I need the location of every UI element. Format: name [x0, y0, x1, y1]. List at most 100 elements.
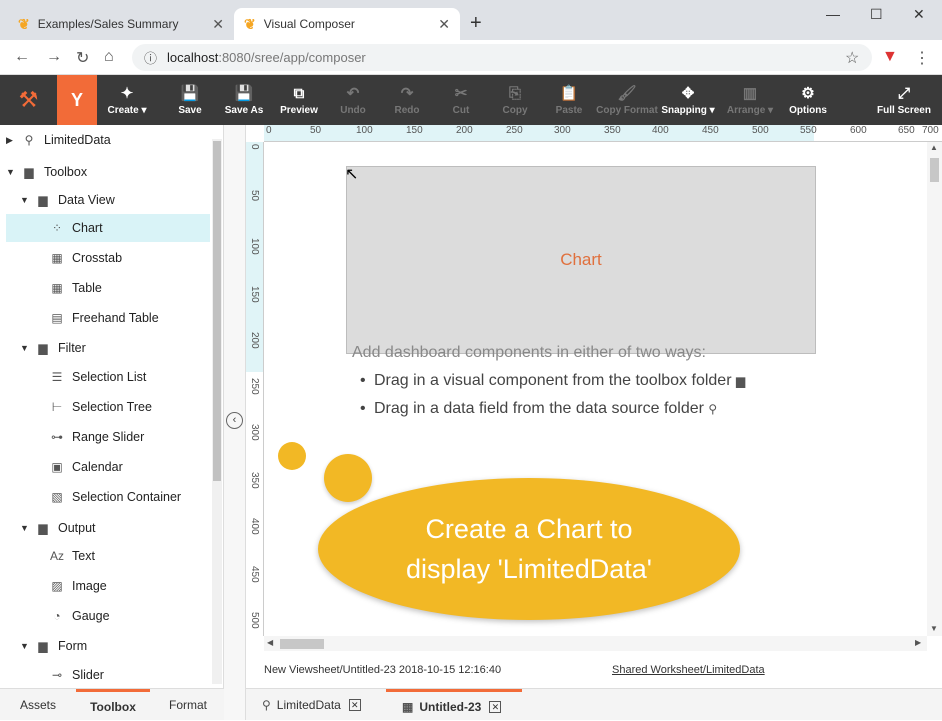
doc-tab-untitled-23[interactable]: ▦ Untitled-23 ✕: [386, 689, 522, 721]
panel-collapse-strip: ‹: [224, 125, 246, 720]
data-source-icon: ⚲: [262, 698, 271, 712]
browser-tab-sales-summary[interactable]: ❦ Examples/Sales Summary ✕: [8, 8, 234, 40]
minimize-icon[interactable]: —: [826, 6, 840, 22]
scroll-up-icon[interactable]: ▲: [930, 143, 938, 152]
app-favicon-icon: ❦: [244, 15, 256, 32]
tutorial-callout: Create a Chart to display 'LimitedData': [318, 478, 740, 620]
redo-button[interactable]: ↷ Redo: [390, 75, 424, 125]
tree-item-selection-list[interactable]: ☰ Selection List: [48, 363, 147, 391]
tree-scrollbar-thumb[interactable]: [213, 141, 221, 481]
gear-icon: ⚙: [801, 85, 815, 102]
tree-item-image[interactable]: ▨ Image: [48, 572, 106, 600]
undo-button[interactable]: ↶ Undo: [336, 75, 370, 125]
tree-item-gauge[interactable]: ◔ Gauge: [48, 602, 109, 630]
tree-scrollbar[interactable]: [212, 139, 222, 684]
collapse-arrow-icon[interactable]: ▼: [20, 343, 34, 353]
chart-component[interactable]: Chart: [346, 166, 816, 354]
home-icon[interactable]: ⌂: [104, 48, 114, 66]
app-logo-icon[interactable]: ⚒: [0, 75, 57, 125]
viewsheet-mode-icon[interactable]: Y: [57, 75, 97, 125]
tab-format[interactable]: Format: [156, 689, 220, 721]
calendar-icon: ▣: [51, 460, 63, 474]
close-window-icon[interactable]: ✕: [913, 6, 925, 23]
scroll-left-icon[interactable]: ◀: [267, 638, 273, 647]
scroll-right-icon[interactable]: ▶: [915, 638, 921, 647]
folder-icon: ▆: [38, 521, 48, 535]
snapping-button[interactable]: ✥ Snapping ▾: [660, 75, 716, 125]
paste-button[interactable]: 📋 Paste: [552, 75, 586, 125]
expand-arrow-icon[interactable]: ▶: [6, 135, 20, 146]
browser-tab-visual-composer[interactable]: ❦ Visual Composer ✕: [234, 8, 460, 40]
options-button[interactable]: ⚙ Options: [788, 75, 828, 125]
canvas-horizontal-scrollbar-thumb[interactable]: [280, 639, 324, 649]
arrange-button[interactable]: ▥ Arrange ▾: [724, 75, 776, 125]
preview-button[interactable]: ⧉ Preview: [278, 75, 320, 125]
tree-item-selection-tree[interactable]: ⊢ Selection Tree: [48, 393, 152, 421]
doc-tab-limiteddata[interactable]: ⚲ LimitedData ✕: [262, 689, 361, 721]
range-slider-icon: ⊶: [51, 430, 63, 444]
worksheet-link[interactable]: Shared Worksheet/LimitedData: [612, 664, 765, 676]
collapse-arrow-icon[interactable]: ▼: [20, 641, 34, 651]
tree-item-form[interactable]: ▼ ▆ Form: [20, 632, 87, 660]
tree-item-calendar[interactable]: ▣ Calendar: [48, 453, 122, 481]
tree-item-limiteddata[interactable]: ▶ ⚲ LimitedData: [6, 126, 111, 154]
ruler-tick: 350: [604, 125, 621, 136]
canvas-horizontal-scrollbar[interactable]: ◀ ▶: [264, 636, 927, 651]
close-doc-tab-icon[interactable]: ✕: [348, 699, 361, 711]
bookmark-star-icon[interactable]: ☆: [845, 48, 859, 68]
tree-item-table[interactable]: ▦ Table: [48, 274, 102, 302]
tree-item-slider[interactable]: ⊸ Slider: [48, 661, 104, 689]
ruler-tick: 50: [249, 190, 260, 202]
tree-item-selection-container[interactable]: ▧ Selection Container: [48, 483, 181, 511]
create-button[interactable]: ✦ Create ▾: [104, 75, 150, 125]
tree-item-range-slider[interactable]: ⊶ Range Slider: [48, 423, 144, 451]
save-as-button[interactable]: 💾 Save As: [222, 75, 266, 125]
menu-kebab-icon[interactable]: ⋮: [914, 48, 930, 68]
tree-item-output[interactable]: ▼ ▆ Output: [20, 514, 96, 542]
viewsheet-canvas[interactable]: Chart Add dashboard components in either…: [264, 142, 927, 636]
ruler-tick: 400: [249, 518, 260, 535]
maximize-icon[interactable]: ☐: [870, 6, 883, 23]
new-tab-button[interactable]: +: [470, 12, 482, 35]
ruler-tick: 550: [800, 125, 817, 136]
tree-item-freehand-table[interactable]: ▤ Freehand Table: [48, 304, 158, 332]
forward-icon[interactable]: →: [46, 48, 62, 66]
save-button[interactable]: 💾 Save: [170, 75, 210, 125]
save-as-icon: 💾: [234, 85, 254, 102]
collapse-panel-icon[interactable]: ‹: [226, 412, 243, 429]
tab-assets[interactable]: Assets: [6, 689, 70, 721]
close-tab-icon[interactable]: ✕: [438, 16, 450, 33]
tab-title: Visual Composer: [263, 17, 355, 31]
close-doc-tab-icon[interactable]: ✕: [489, 700, 502, 713]
tree-item-filter[interactable]: ▼ ▆ Filter: [20, 334, 86, 362]
canvas-vertical-scrollbar-thumb[interactable]: [930, 158, 939, 182]
collapse-arrow-icon[interactable]: ▼: [20, 523, 34, 533]
collapse-arrow-icon[interactable]: ▼: [20, 195, 34, 205]
tree-item-toolbox[interactable]: ▼ ▆ Toolbox: [6, 158, 87, 186]
tree-item-chart[interactable]: ⁘ Chart: [48, 214, 103, 242]
reload-icon[interactable]: ↻: [76, 48, 89, 68]
scroll-down-icon[interactable]: ▼: [930, 624, 938, 633]
copy-format-button[interactable]: 🖌 Copy Format: [596, 75, 658, 125]
tab-toolbox[interactable]: Toolbox: [76, 689, 150, 721]
freehand-table-icon: ▤: [51, 311, 63, 325]
tree-item-data-view[interactable]: ▼ ▆ Data View: [20, 186, 115, 214]
tree-item-crosstab[interactable]: ▦ Crosstab: [48, 244, 122, 272]
collapse-arrow-icon[interactable]: ▼: [6, 167, 20, 177]
url-host: localhost: [167, 50, 219, 65]
close-tab-icon[interactable]: ✕: [212, 16, 224, 33]
ruler-tick: 150: [406, 125, 423, 136]
tree-item-text[interactable]: Az Text: [48, 542, 95, 570]
copy-button[interactable]: ⎘ Copy: [498, 75, 532, 125]
canvas-vertical-scrollbar[interactable]: ▲ ▼: [927, 142, 942, 636]
url-input[interactable]: ⓘ localhost:8080/sree/app/composer: [132, 44, 872, 71]
ruler-tick: 200: [456, 125, 473, 136]
ruler-tick: 500: [752, 125, 769, 136]
extension-icon[interactable]: ▼: [882, 48, 898, 66]
folder-icon: ▆: [735, 374, 746, 388]
full-screen-button[interactable]: ⤢ Full Screen: [876, 75, 932, 125]
cut-button[interactable]: ✂ Cut: [446, 75, 476, 125]
browser-tab-strip: ❦ Examples/Sales Summary ✕ ❦ Visual Comp…: [0, 0, 942, 40]
back-icon[interactable]: ←: [14, 48, 30, 66]
callout-line: Create a Chart to: [425, 514, 633, 544]
